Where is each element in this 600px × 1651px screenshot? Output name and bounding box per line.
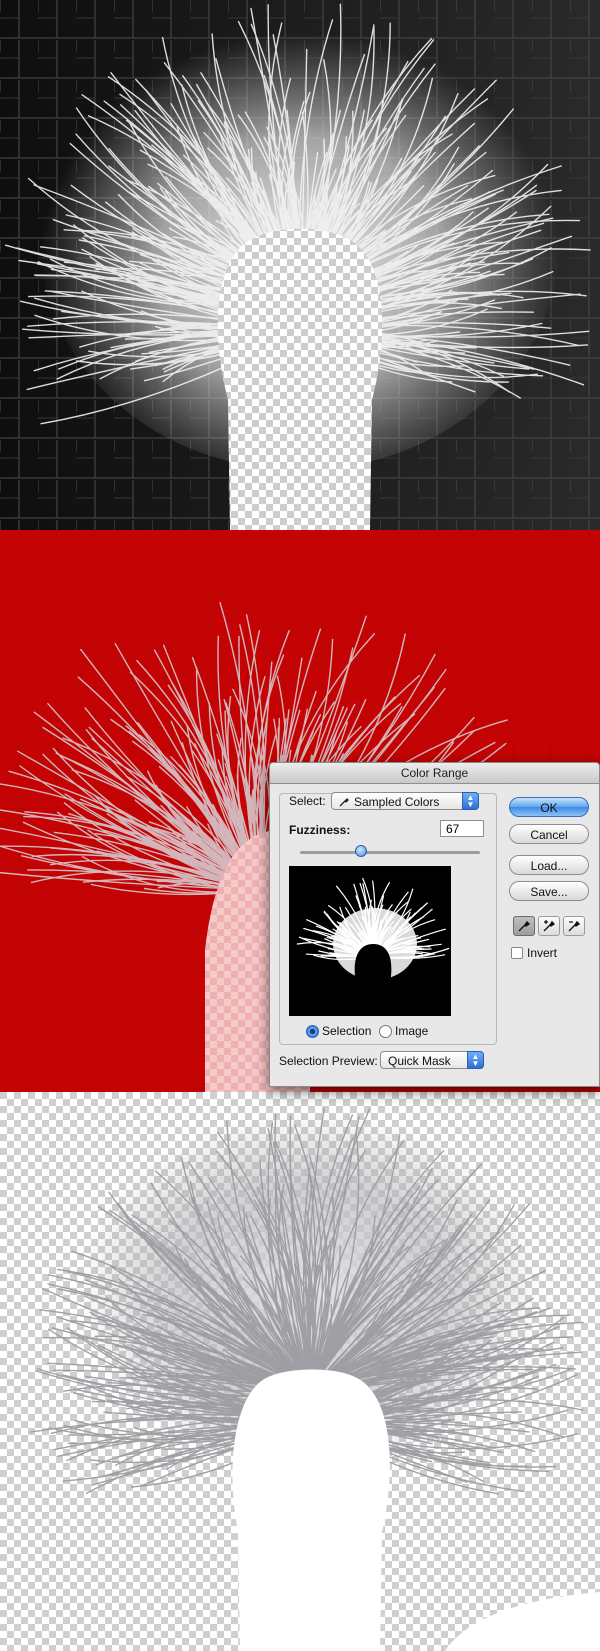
select-value: Sampled Colors: [354, 795, 440, 809]
mask-preview-image: [296, 877, 450, 1016]
ok-button[interactable]: OK: [509, 797, 589, 817]
eyedropper-icon: [518, 920, 531, 932]
mask-preview: [289, 866, 451, 1016]
color-range-dialog: Color Range Select: Sampled Colors ▲ ▼ Fu…: [269, 762, 600, 1087]
popup-arrows-icon: ▲ ▼: [467, 1051, 484, 1069]
fuzziness-slider[interactable]: [300, 845, 480, 859]
image-radio[interactable]: [379, 1025, 392, 1038]
save-button[interactable]: Save...: [509, 881, 589, 901]
eyedropper-plus-icon: [543, 920, 556, 932]
selection-radio[interactable]: [306, 1025, 319, 1038]
original-image: [0, 0, 600, 530]
select-popup[interactable]: Sampled Colors ▲ ▼: [331, 792, 479, 810]
load-button[interactable]: Load...: [509, 855, 589, 875]
eyedropper-icon: [339, 798, 349, 807]
selection-preview-popup[interactable]: Quick Mask ▲ ▼: [380, 1051, 484, 1069]
popup-arrows-icon: ▲ ▼: [462, 792, 479, 810]
fuzziness-track: [300, 851, 480, 854]
dialog-title: Color Range: [270, 763, 599, 784]
image-radio-label: Image: [395, 1024, 429, 1038]
fuzziness-label: Fuzziness:: [289, 823, 351, 837]
cancel-button[interactable]: Cancel: [509, 824, 589, 844]
selection-preview-value: Quick Mask: [388, 1054, 451, 1068]
invert-label: Invert: [527, 946, 558, 960]
fuzziness-field[interactable]: 67: [440, 820, 484, 837]
eyedropper-tool-button[interactable]: [513, 916, 535, 936]
extracted-result-panel: [0, 1092, 600, 1651]
selection-preview-label: Selection Preview:: [279, 1054, 378, 1068]
select-label: Select:: [289, 794, 326, 808]
extracted-result-image: [0, 1092, 600, 1651]
slider-thumb-icon[interactable]: [355, 845, 368, 857]
add-to-sample-tool-button[interactable]: [538, 916, 560, 936]
subtract-from-sample-tool-button[interactable]: [563, 916, 585, 936]
eyedropper-minus-icon: [568, 920, 581, 932]
invert-checkbox[interactable]: [511, 947, 523, 959]
selection-radio-label: Selection: [322, 1024, 372, 1038]
original-image-panel: [0, 0, 600, 530]
